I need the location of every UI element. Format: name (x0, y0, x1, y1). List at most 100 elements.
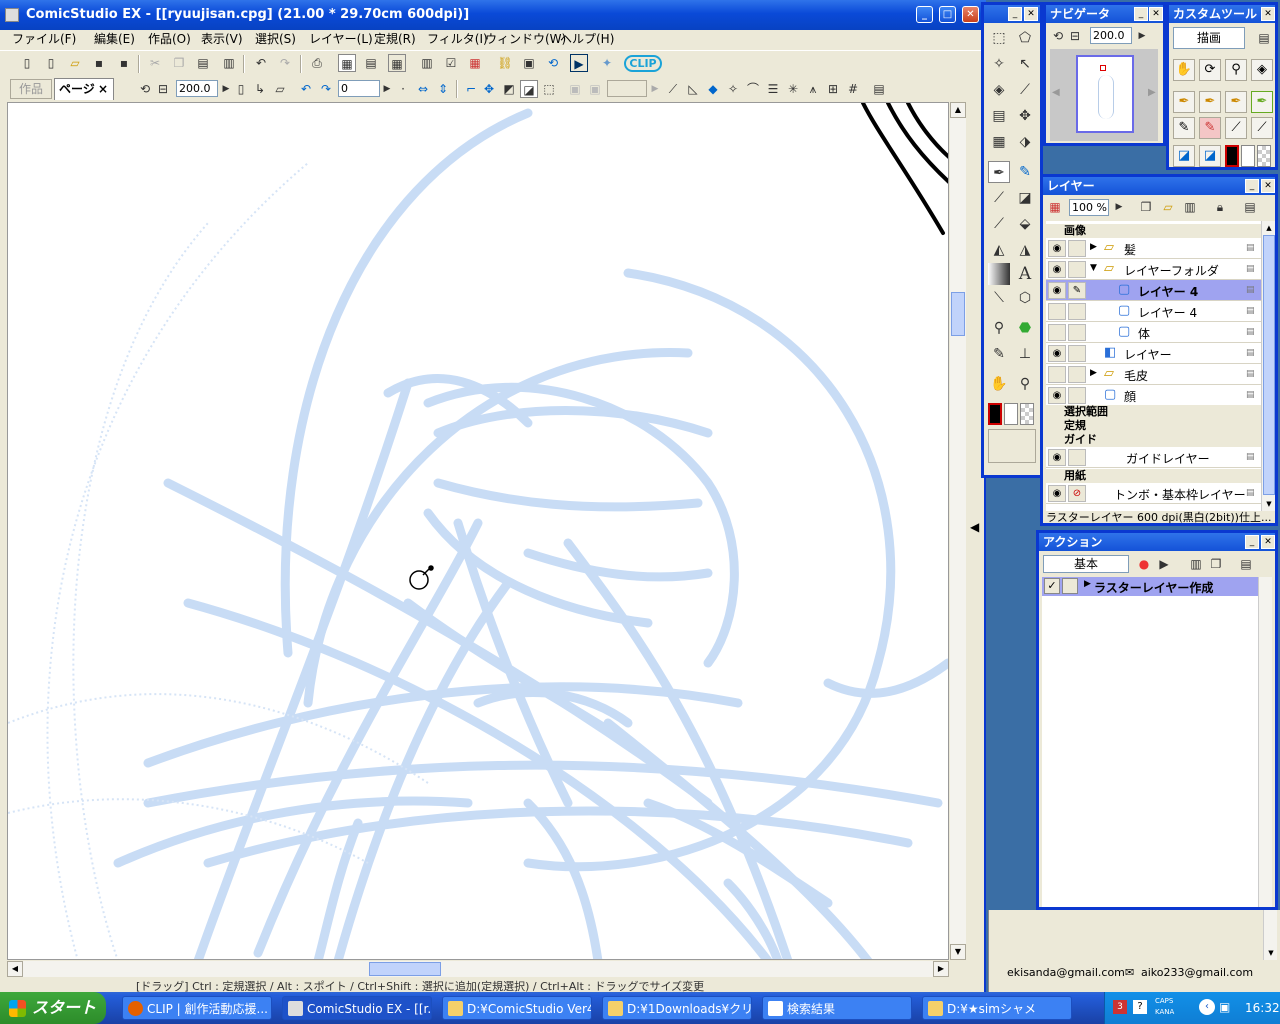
eraser-tool-icon[interactable]: ◪ (1173, 145, 1195, 167)
brush-icon[interactable]: ⟋ (988, 213, 1010, 235)
radial-icon[interactable]: ✳ (784, 80, 802, 98)
kabura-pen-icon[interactable]: ✒ (1225, 91, 1247, 113)
group-guide[interactable]: ガイド (1046, 433, 1261, 447)
menu-edit[interactable]: 編集(E) (94, 29, 135, 49)
record-icon[interactable]: ● (1135, 555, 1153, 573)
grid-icon[interactable]: ⊞ (824, 80, 842, 98)
rotation-field[interactable]: 0 (338, 80, 380, 97)
layer-option-icon[interactable]: ▤ (1246, 305, 1258, 317)
airbrush-icon[interactable]: ⬙ (1014, 213, 1036, 235)
edit-toggle[interactable] (1068, 449, 1086, 466)
eraser-icon[interactable]: ◪ (1014, 187, 1036, 209)
group-selection[interactable]: 選択範囲 (1046, 405, 1261, 419)
edit-toggle[interactable] (1068, 240, 1086, 257)
polygon-icon[interactable]: ⬡ (1014, 287, 1036, 309)
rotate-right-icon[interactable]: ↷ (317, 80, 335, 98)
menu-work[interactable]: 作品(O) (148, 29, 191, 49)
layer-menu-icon[interactable]: ▤ (1241, 198, 1259, 216)
action-check-icon[interactable]: ✓ (1044, 578, 1060, 594)
school-pen-icon[interactable]: ✒ (1251, 91, 1273, 113)
fill-icon[interactable]: ◭ (988, 239, 1010, 261)
shape-icon[interactable]: ◆ (704, 80, 722, 98)
tray-expand-icon[interactable]: ‹ (1199, 999, 1215, 1015)
page-manage-icon[interactable]: ▦ (388, 54, 406, 72)
eye-icon[interactable]: ◉ (1048, 282, 1066, 299)
layer-option-icon[interactable]: ▤ (1246, 284, 1258, 296)
vanishing-icon[interactable]: ⩚ (804, 80, 822, 98)
scroll-up-icon[interactable]: ▲ (1262, 221, 1276, 235)
panel-close-icon[interactable]: ✕ (1261, 179, 1275, 193)
email-link-1[interactable]: ekisanda@gmail.com (1007, 966, 1125, 979)
layer-option-icon[interactable]: ▤ (1246, 451, 1258, 463)
edit-toggle[interactable] (1068, 261, 1086, 278)
scroll-down-icon[interactable]: ▼ (1262, 497, 1276, 511)
print-icon[interactable]: ⎙ (308, 54, 326, 72)
expand-arrow-icon[interactable]: ▶ (1090, 242, 1097, 252)
network-icon[interactable]: ▣ (1219, 1000, 1230, 1014)
minimize-button[interactable]: _ (916, 6, 933, 23)
panel-close-icon[interactable]: ✕ (1261, 7, 1275, 21)
lasso-select-icon[interactable]: ⬠ (1014, 27, 1036, 49)
layer-row-paper[interactable]: ◉ ⊘ トンボ・基本枠レイヤー ▤ (1046, 483, 1261, 504)
taskbar-item[interactable]: CLIP | 創作活動応援... (122, 996, 272, 1020)
layer-tool-icon[interactable]: ◈ (1251, 59, 1273, 81)
menu-select[interactable]: 選択(S) (255, 29, 296, 49)
custom-transparent-color[interactable] (1257, 145, 1271, 167)
panel-minimize-icon[interactable]: _ (1245, 535, 1259, 549)
scroll-down-icon[interactable]: ▼ (950, 944, 966, 960)
nav-rotate-icon[interactable]: ⟲ (1049, 27, 1067, 45)
move-icon[interactable]: ✥ (1014, 105, 1036, 127)
line-width-icon[interactable]: ✎ (988, 343, 1010, 365)
ruler-tool-icon[interactable]: ⟋ (664, 80, 682, 98)
zoom-icon[interactable]: ⚲ (1014, 373, 1036, 395)
layer-row-guide[interactable]: ◉ ガイドレイヤー ▤ (1046, 447, 1261, 468)
link-icon[interactable]: ⛓ (496, 54, 514, 72)
menu-file[interactable]: ファイル(F) (12, 29, 76, 49)
rect-select-icon[interactable]: ⬚ (988, 27, 1010, 49)
fit-icon[interactable]: ⊟ (154, 80, 172, 98)
eyedropper-icon[interactable]: ⟋ (1014, 79, 1036, 101)
selection-frame-icon[interactable]: ⬚ (540, 80, 558, 98)
taskbar-item[interactable]: 検索結果 (762, 996, 912, 1020)
layer-option-icon[interactable]: ▤ (1246, 263, 1258, 275)
layer-row[interactable]: ◉ ▢ 顔 ▤ (1046, 385, 1261, 406)
layer-row[interactable]: ▢ 体 ▤ (1046, 322, 1261, 343)
group-paper[interactable]: 用紙 (1046, 469, 1261, 483)
edit-toggle[interactable]: ✎ (1068, 282, 1086, 299)
panel-collapse-icon[interactable]: ◀ (970, 520, 979, 534)
layer-row[interactable]: ◉ ▼ ▱ レイヤーフォルダ ▤ (1046, 259, 1261, 280)
select-pen-icon[interactable]: ↖ (1014, 53, 1036, 75)
color-grid-icon[interactable]: ▦ (466, 54, 484, 72)
layer-option-icon[interactable]: ▤ (1246, 389, 1258, 401)
snap-icon[interactable]: ◩ (500, 80, 518, 98)
fill-alt-icon[interactable]: ◮ (1014, 239, 1036, 261)
flip-vertical-icon[interactable]: ⇕ (434, 80, 452, 98)
scroll-right-icon[interactable]: ▶ (933, 961, 949, 977)
eye-icon[interactable]: ◉ (1048, 261, 1066, 278)
rotate-tool-icon[interactable]: ⟳ (1199, 59, 1221, 81)
tray-app-icon[interactable]: 3 (1113, 1000, 1127, 1014)
scroll-thumb[interactable] (1263, 235, 1275, 495)
taskbar-item[interactable]: ComicStudio EX - [[r... (282, 996, 432, 1020)
tab-work[interactable]: 作品 (10, 79, 52, 99)
layer-option-icon[interactable]: ▤ (1246, 326, 1258, 338)
action-set-select[interactable]: 基本 (1043, 555, 1129, 573)
panel-minimize-icon[interactable]: _ (1134, 7, 1148, 21)
transparent-swatch[interactable] (1020, 403, 1034, 425)
layer-row[interactable]: ◉ ◧ レイヤー ▤ (1046, 343, 1261, 364)
panel-close-icon[interactable]: ✕ (1024, 7, 1038, 21)
perspective-icon[interactable]: ◺ (684, 80, 702, 98)
new-layer-icon[interactable]: ❐ (1137, 198, 1155, 216)
nav-right-arrow-icon[interactable]: ▶ (1148, 87, 1156, 98)
nav-preview[interactable]: ◀ ▶ (1050, 49, 1158, 141)
rotate-left-icon[interactable]: ↶ (297, 80, 315, 98)
zoom-tool-icon[interactable]: ⚲ (1225, 59, 1247, 81)
flip-horizontal-icon[interactable]: ⇔ (414, 80, 432, 98)
magic-wand-icon[interactable]: ✧ (988, 53, 1010, 75)
action-panel-title[interactable]: アクション (1039, 533, 1275, 551)
open-icon[interactable]: ▱ (66, 54, 84, 72)
close-button[interactable]: ✕ (962, 6, 979, 23)
scroll-thumb[interactable] (369, 962, 441, 976)
delete-layer-icon[interactable]: ▥ (1181, 198, 1199, 216)
layer-option-icon[interactable]: ▤ (1246, 242, 1258, 254)
